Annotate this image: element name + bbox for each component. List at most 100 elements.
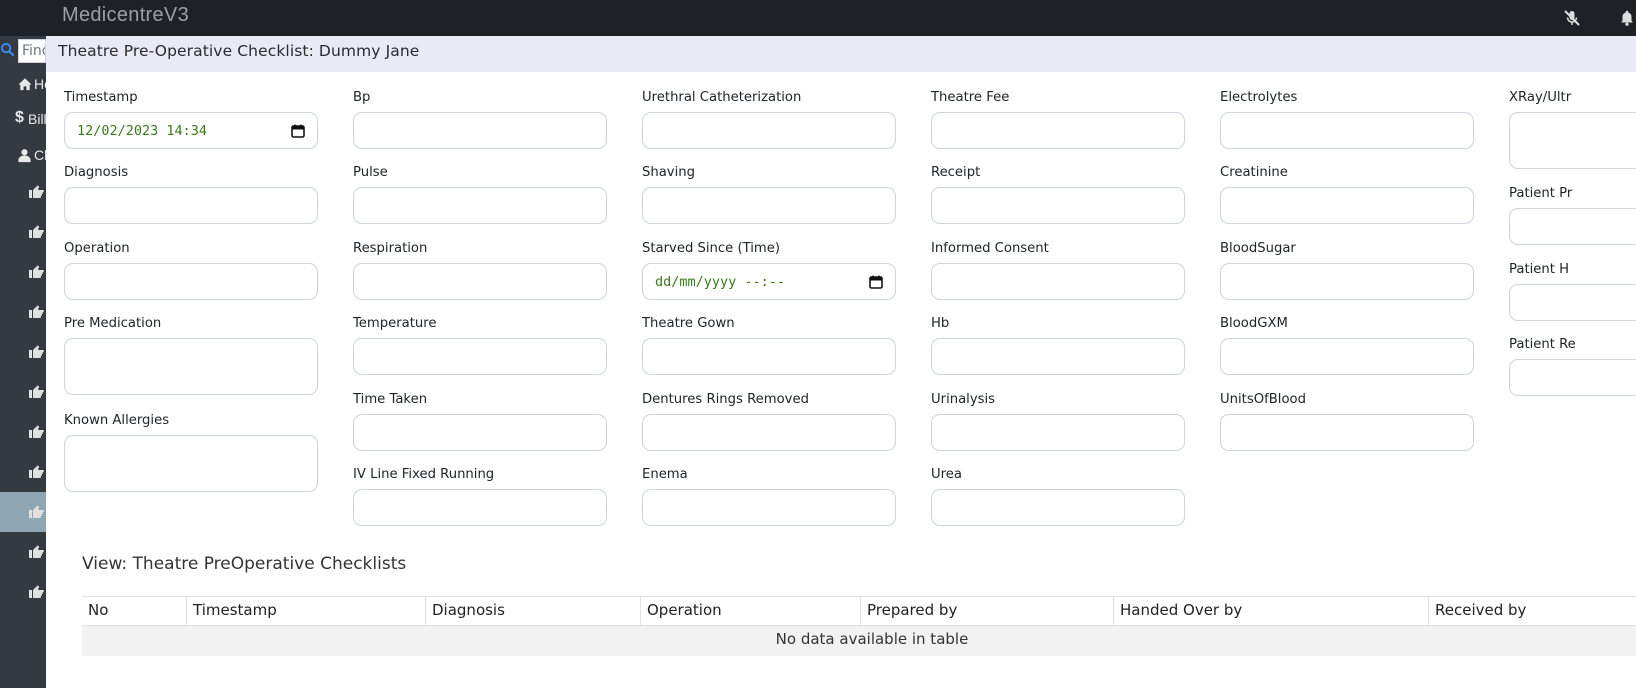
field-label: Hb — [931, 316, 950, 331]
field-label: Timestamp — [64, 90, 138, 105]
unitsofblood-input[interactable] — [1220, 414, 1474, 451]
field-urea: Urea — [931, 467, 1185, 526]
field-label: IV Line Fixed Running — [353, 467, 495, 482]
creatinine-input[interactable] — [1220, 187, 1474, 224]
calendar-icon[interactable] — [869, 275, 883, 289]
hand-point-right-icon — [28, 344, 44, 358]
calendar-icon[interactable] — [291, 124, 305, 138]
sidebar-item-label: Billing — [28, 111, 46, 127]
column-header-prepared-by[interactable]: Prepared by — [860, 597, 1113, 626]
temperature-input[interactable] — [353, 338, 607, 375]
field-label: Receipt — [931, 165, 981, 180]
diagnosis-input[interactable] — [64, 187, 318, 224]
bp-input[interactable] — [353, 112, 607, 149]
column-header-no[interactable]: No — [82, 597, 186, 626]
app-topbar: MedicentreV3 — [0, 0, 1636, 36]
field-label: Urea — [931, 467, 962, 482]
sidebar-subitem[interactable] — [0, 252, 46, 292]
hand-point-right-icon — [28, 184, 44, 198]
pulse-input[interactable] — [353, 187, 607, 224]
field-label: Pre Medication — [64, 316, 162, 331]
operation-input[interactable] — [64, 263, 318, 300]
enema-input[interactable] — [642, 489, 896, 526]
column-header-operation[interactable]: Operation — [640, 597, 860, 626]
field-bp: Bp — [353, 90, 607, 149]
sidebar-subitem[interactable] — [0, 172, 46, 212]
receipt-input[interactable] — [931, 187, 1185, 224]
view-title: View: Theatre PreOperative Checklists — [82, 554, 407, 574]
timestamp-input[interactable]: 12/02/2023 14:34 — [64, 112, 318, 149]
modal-header: Theatre Pre-Operative Checklist: Dummy J… — [46, 36, 1636, 72]
hand-point-right-icon — [28, 304, 44, 318]
sidebar-item-billing[interactable]: $ Billing — [0, 105, 46, 135]
theatre-gown-input[interactable] — [642, 338, 896, 375]
bell-icon[interactable] — [1618, 8, 1636, 28]
sidebar-search-input[interactable]: Find — [18, 39, 46, 63]
hand-point-right-icon — [28, 544, 44, 558]
sidebar-subitem[interactable] — [0, 292, 46, 332]
pre-medication-input[interactable] — [64, 338, 318, 395]
field-respiration: Respiration — [353, 241, 607, 300]
field-shaving: Shaving — [642, 165, 896, 224]
shaving-input[interactable] — [642, 187, 896, 224]
hand-point-right-icon — [28, 424, 44, 438]
field-hb: Hb — [931, 316, 1185, 375]
field-label: Urethral Catheterization — [642, 90, 802, 105]
hb-input[interactable] — [931, 338, 1185, 375]
field-label: XRay/Ultr — [1509, 90, 1572, 105]
sidebar-subitem[interactable] — [0, 332, 46, 372]
field-label: Diagnosis — [64, 165, 129, 180]
hand-point-right-icon — [28, 584, 44, 598]
urethral-catheterization-input[interactable] — [642, 112, 896, 149]
respiration-input[interactable] — [353, 263, 607, 300]
field-label: Urinalysis — [931, 392, 996, 407]
sidebar-subitem[interactable] — [0, 492, 46, 532]
urea-input[interactable] — [931, 489, 1185, 526]
bloodgxm-input[interactable] — [1220, 338, 1474, 375]
modal-title: Theatre Pre-Operative Checklist: Dummy J… — [58, 42, 420, 60]
field-iv-line-fixed-running: IV Line Fixed Running — [353, 467, 607, 526]
mute-icon[interactable] — [1562, 8, 1582, 28]
patient-pr-input[interactable] — [1509, 208, 1636, 245]
field-theatre-fee: Theatre Fee — [931, 90, 1185, 149]
sidebar-subitem[interactable] — [0, 372, 46, 412]
column-header-received-by[interactable]: Received by — [1428, 597, 1636, 626]
informed-consent-input[interactable] — [931, 263, 1185, 300]
electrolytes-input[interactable] — [1220, 112, 1474, 149]
urinalysis-input[interactable] — [931, 414, 1185, 451]
sidebar-subitem[interactable] — [0, 572, 46, 612]
field-label: Temperature — [353, 316, 437, 331]
column-header-handed-over-by[interactable]: Handed Over by — [1113, 597, 1428, 626]
field-electrolytes: Electrolytes — [1220, 90, 1474, 149]
sidebar-item-clinic[interactable]: Clinic — [0, 141, 46, 171]
table-header-row: No Timestamp Diagnosis Operation Prepared by… — [82, 596, 1636, 626]
time-taken-input[interactable] — [353, 414, 607, 451]
sidebar-item-label: Clinic — [34, 147, 46, 163]
field-receipt: Receipt — [931, 165, 1185, 224]
sidebar-subitem[interactable] — [0, 412, 46, 452]
field-xray-ultr: XRay/Ultr — [1509, 90, 1636, 169]
dentures-rings-removed-input[interactable] — [642, 414, 896, 451]
known-allergies-input[interactable] — [64, 435, 318, 492]
column-header-timestamp[interactable]: Timestamp — [186, 597, 425, 626]
xray-ultr-input[interactable] — [1509, 112, 1636, 169]
field-patient-pr: Patient Pr — [1509, 186, 1636, 245]
sidebar-subitem[interactable] — [0, 532, 46, 572]
field-label: Creatinine — [1220, 165, 1288, 180]
field-dentures-rings-removed: Dentures Rings Removed — [642, 392, 896, 451]
sidebar-subitem[interactable] — [0, 452, 46, 492]
sidebar-item-home[interactable]: Home — [0, 70, 46, 100]
input-value: 12/02/2023 14:34 — [77, 122, 208, 139]
search-icon[interactable] — [0, 42, 16, 58]
bloodsugar-input[interactable] — [1220, 263, 1474, 300]
app-brand[interactable]: MedicentreV3 — [62, 4, 189, 27]
patient-h-input[interactable] — [1509, 284, 1636, 321]
field-label: Enema — [642, 467, 688, 482]
iv-line-fixed-running-input[interactable] — [353, 489, 607, 526]
field-label: BloodSugar — [1220, 241, 1296, 256]
column-header-diagnosis[interactable]: Diagnosis — [425, 597, 640, 626]
patient-re-input[interactable] — [1509, 359, 1636, 396]
theatre-fee-input[interactable] — [931, 112, 1185, 149]
sidebar-subitem[interactable] — [0, 212, 46, 252]
starved-since-time-input[interactable]: dd/mm/yyyy --:-- — [642, 263, 896, 300]
